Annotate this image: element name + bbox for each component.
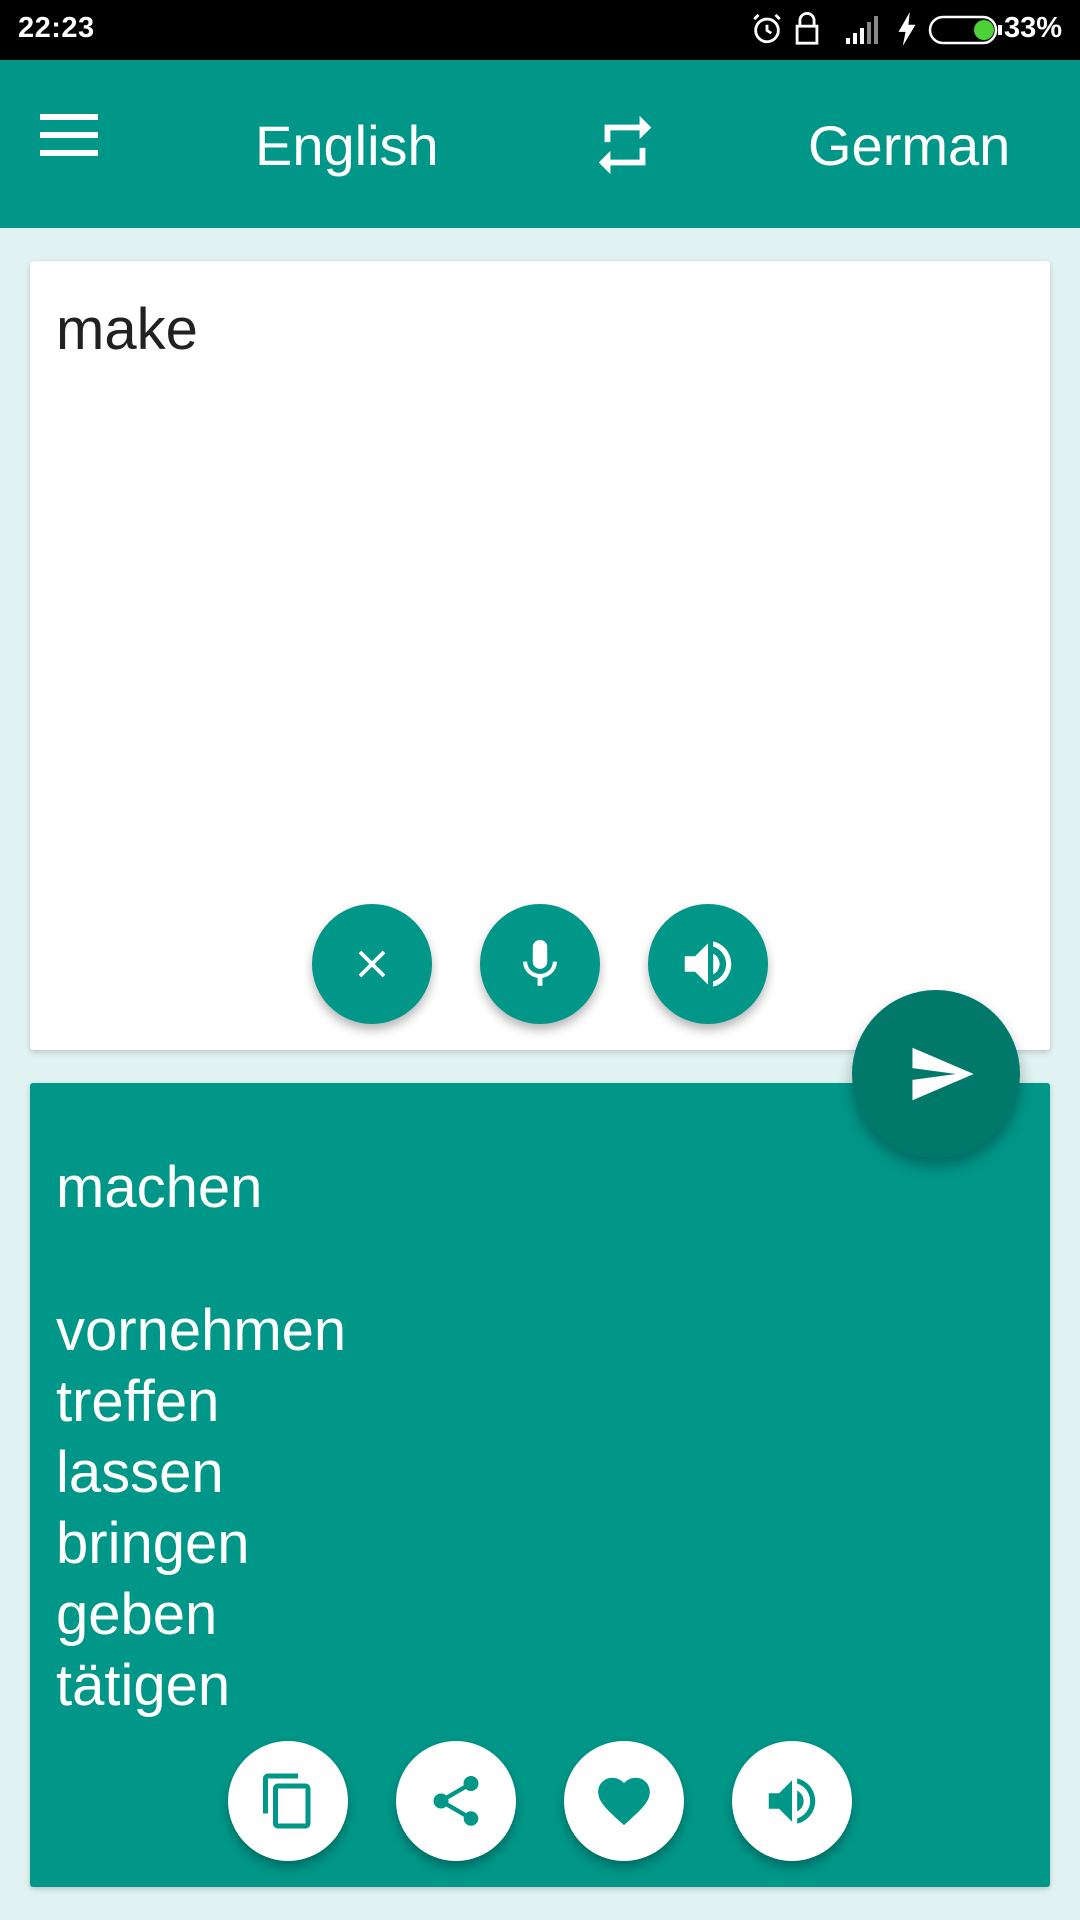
speaker-icon: [684, 941, 732, 987]
microphone-button[interactable]: [480, 904, 600, 1024]
output-card: machen vornehmen treffen lassen bringen …: [30, 1083, 1050, 1887]
status-time: 22:23: [18, 12, 95, 44]
send-icon: [912, 1047, 974, 1101]
copy-button[interactable]: [228, 1741, 348, 1861]
toolbar: English German: [0, 60, 1080, 228]
list-item: treffen: [56, 1369, 220, 1434]
list-item: vornehmen: [56, 1298, 347, 1363]
input-card: make: [30, 261, 1050, 1050]
signal-icon: [846, 16, 878, 44]
list-item: geben: [56, 1582, 218, 1647]
favorite-icon: [598, 1777, 650, 1826]
battery-percent: 33%: [1003, 12, 1062, 44]
mic-icon: [523, 939, 557, 986]
speaker-icon: [768, 1778, 816, 1824]
battery-icon: [928, 15, 1002, 45]
source-text-input[interactable]: make: [56, 296, 198, 363]
list-item: bringen: [56, 1511, 250, 1576]
status-bar: 22:23 33%: [0, 0, 1080, 60]
share-button[interactable]: [396, 1741, 516, 1861]
speak-source-button[interactable]: [648, 904, 768, 1024]
list-item: lassen: [56, 1440, 224, 1505]
clear-icon: [358, 950, 386, 978]
list-item: tätigen: [56, 1653, 231, 1718]
menu-icon: [40, 114, 98, 156]
clear-button[interactable]: [312, 904, 432, 1024]
share-icon: [433, 1776, 479, 1826]
favorite-button[interactable]: [564, 1741, 684, 1861]
translate-button[interactable]: [852, 990, 1020, 1158]
swap-icon: [598, 115, 652, 175]
alarm-icon: [753, 13, 781, 44]
charging-icon: [898, 12, 916, 46]
swap-languages-button[interactable]: [590, 110, 660, 180]
menu-button[interactable]: [40, 114, 128, 174]
lock-icon: [795, 12, 819, 45]
speak-translation-button[interactable]: [732, 1741, 852, 1861]
source-language-selector[interactable]: English: [255, 114, 439, 178]
main-translation: machen: [56, 1155, 263, 1220]
copy-icon: [263, 1773, 311, 1829]
target-language-selector[interactable]: German: [808, 114, 1010, 178]
alternative-translations: vornehmen treffen lassen bringen geben t…: [56, 1295, 346, 1721]
